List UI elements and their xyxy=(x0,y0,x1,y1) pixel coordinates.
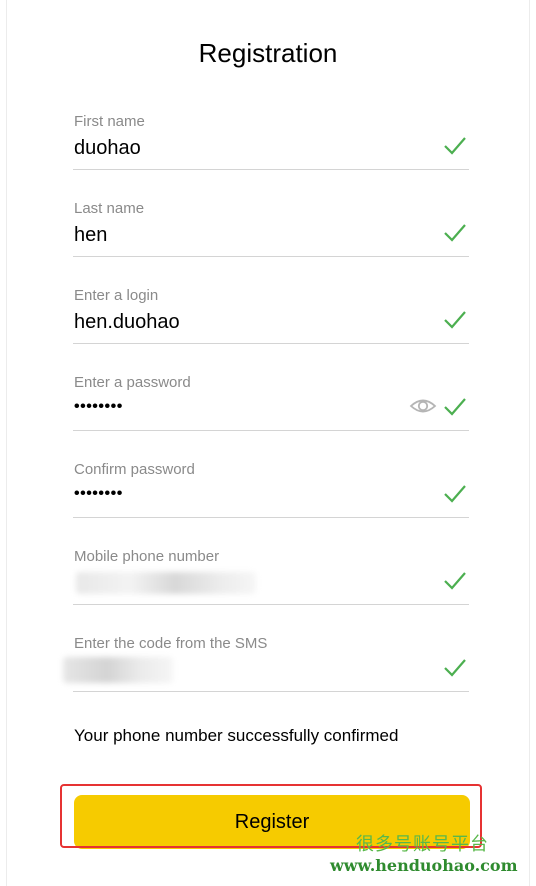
login-input[interactable]: hen.duohao xyxy=(74,311,180,334)
confirm-password-label: Confirm password xyxy=(74,461,195,478)
sms-code-label: Enter the code from the SMS xyxy=(74,635,268,652)
check-icon xyxy=(444,572,466,590)
watermark-url: www.henduohao.com xyxy=(330,856,518,875)
login-field[interactable]: Enter a login hen.duohao xyxy=(73,287,469,367)
password-label: Enter a password xyxy=(74,374,191,391)
phone-field[interactable]: Mobile phone number xyxy=(73,548,469,628)
first-name-field[interactable]: First name duohao xyxy=(73,113,469,193)
last-name-label: Last name xyxy=(74,200,145,217)
password-field[interactable]: Enter a password •••••••• xyxy=(73,374,469,454)
login-underline xyxy=(73,343,469,344)
confirm-password-input[interactable]: •••••••• xyxy=(74,485,123,503)
phone-confirmed-message: Your phone number successfully confirmed xyxy=(74,726,399,745)
check-icon xyxy=(444,398,466,416)
confirm-password-underline xyxy=(73,517,469,518)
confirm-password-field[interactable]: Confirm password •••••••• xyxy=(73,461,469,541)
phone-underline xyxy=(73,604,469,605)
sms-code-underline xyxy=(73,691,469,692)
last-name-field[interactable]: Last name hen xyxy=(73,200,469,280)
password-input[interactable]: •••••••• xyxy=(74,398,123,416)
last-name-underline xyxy=(73,256,469,257)
page-title: Registration xyxy=(198,38,338,68)
watermark-chinese: 很多号账号平台 xyxy=(356,834,489,855)
redacted-phone-number xyxy=(76,572,256,594)
check-icon xyxy=(444,311,466,329)
login-label: Enter a login xyxy=(74,287,159,304)
first-name-underline xyxy=(73,169,469,170)
first-name-input[interactable]: duohao xyxy=(74,137,141,160)
first-name-label: First name xyxy=(74,113,145,130)
password-underline xyxy=(73,430,469,431)
redacted-sms-code xyxy=(63,657,173,683)
check-icon xyxy=(444,224,466,242)
last-name-input[interactable]: hen xyxy=(74,224,107,247)
sms-code-field[interactable]: Enter the code from the SMS xyxy=(63,635,469,715)
check-icon xyxy=(444,137,466,155)
phone-label: Mobile phone number xyxy=(74,548,220,565)
check-icon xyxy=(444,659,466,677)
eye-icon[interactable] xyxy=(409,394,437,418)
check-icon xyxy=(444,485,466,503)
